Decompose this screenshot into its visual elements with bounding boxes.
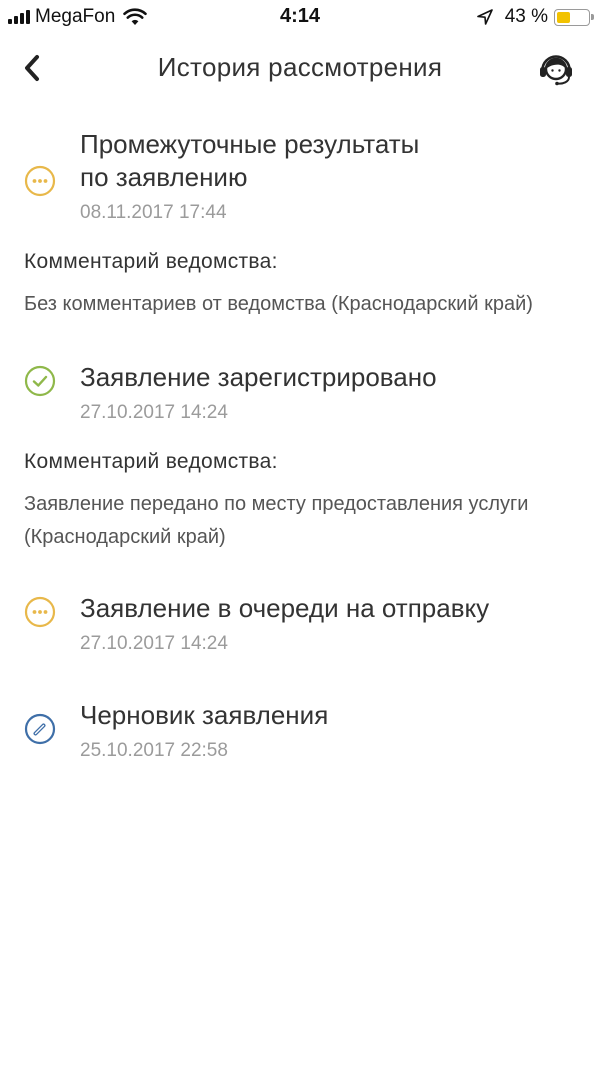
event-date: 08.11.2017 17:44	[80, 202, 227, 223]
event-title: Заявление зарегистрировано	[80, 362, 437, 392]
battery-nub	[591, 13, 594, 20]
status-bar-right: 43 %	[476, 6, 594, 28]
event-title-line: по заявлению	[80, 162, 248, 192]
comment-text: Заявление передано по месту предоставлен…	[24, 493, 529, 548]
ellipsis-circle-icon	[24, 165, 56, 197]
navigation-bar: История рассмотрения	[0, 36, 600, 100]
event-date: 27.10.2017 14:24	[80, 633, 228, 654]
comment-text: Без комментариев от ведомства (Краснодар…	[24, 293, 533, 315]
history-event[interactable]: Промежуточные результаты по заявлению 08…	[0, 128, 600, 224]
support-button[interactable]	[536, 48, 576, 88]
agency-comment: Комментарий ведомства: Без комментариев …	[0, 250, 600, 321]
status-bar: MegaFon 4:14 43 %	[0, 0, 600, 36]
page-title: История рассмотрения	[157, 52, 443, 82]
event-title: Промежуточные результаты по заявлению	[80, 128, 576, 194]
location-arrow-icon	[476, 9, 493, 25]
ellipsis-circle-icon	[24, 596, 56, 628]
history-event[interactable]: Заявление в очереди на отправку 27.10.20…	[0, 592, 600, 655]
event-title: Заявление в очереди на отправку	[80, 593, 490, 623]
comment-label: Комментарий ведомства:	[24, 450, 278, 473]
agency-comment: Комментарий ведомства: Заявление передан…	[0, 450, 600, 554]
battery-icon	[554, 8, 594, 26]
status-history-list: Промежуточные результаты по заявлению 08…	[0, 110, 600, 762]
check-circle-icon	[24, 365, 56, 397]
history-event[interactable]: Черновик заявления 25.10.2017 22:58	[0, 699, 600, 762]
battery-percent: 43 %	[504, 6, 548, 27]
event-title: Черновик заявления	[80, 700, 329, 730]
history-event[interactable]: Заявление зарегистрировано 27.10.2017 14…	[0, 361, 600, 424]
event-title-line: Промежуточные результаты	[80, 129, 420, 159]
headset-operator-icon	[540, 55, 572, 86]
battery-level	[557, 11, 570, 23]
event-date: 27.10.2017 14:24	[80, 402, 228, 423]
event-date: 25.10.2017 22:58	[80, 740, 228, 761]
comment-label: Комментарий ведомства:	[24, 250, 278, 273]
pencil-circle-icon	[24, 713, 56, 745]
